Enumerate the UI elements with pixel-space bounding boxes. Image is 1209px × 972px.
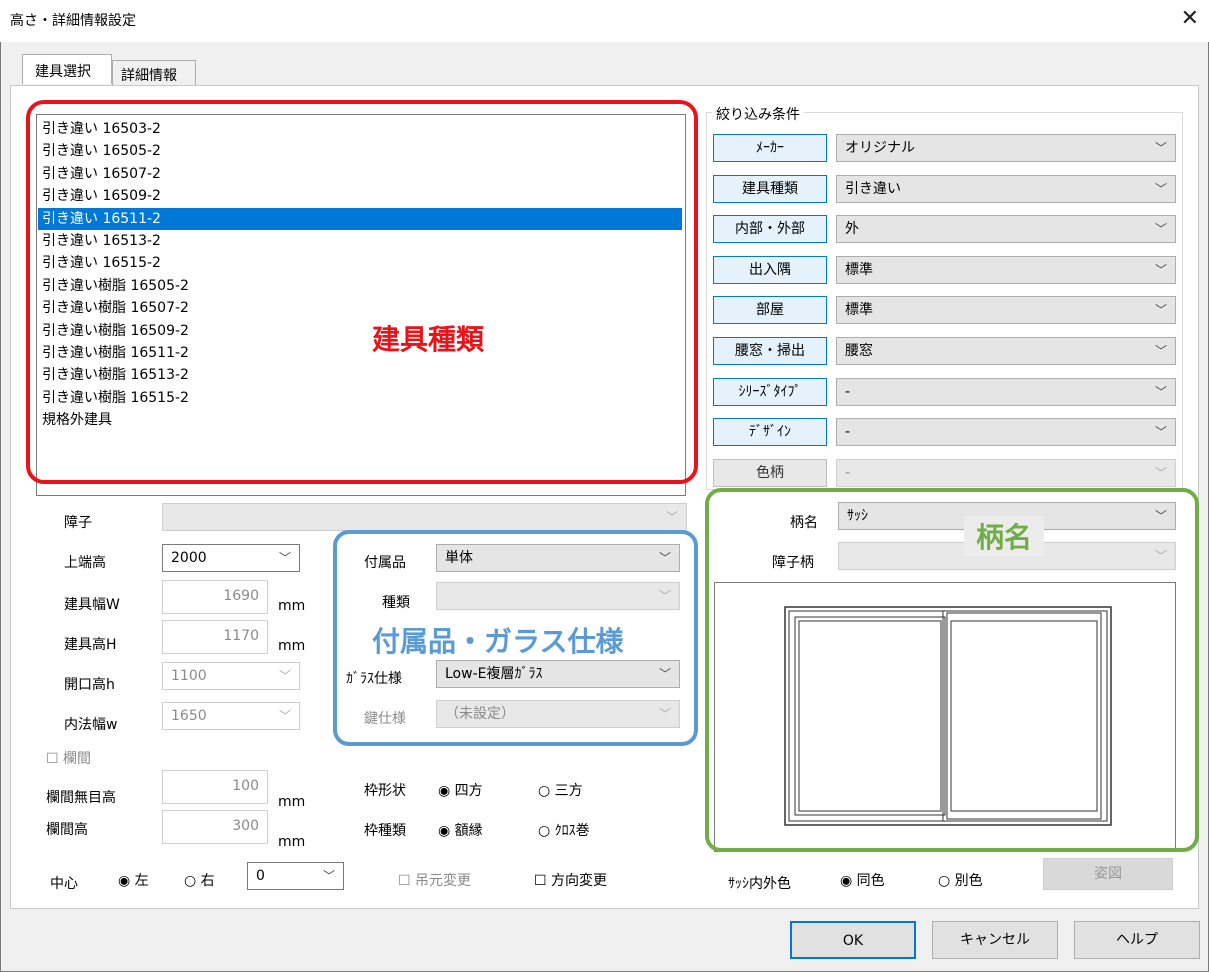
center-label: 中心 (50, 876, 78, 892)
ok-button[interactable]: OK (790, 921, 916, 959)
width-unit: mm (278, 598, 306, 614)
frame-type-radio-1[interactable]: ◉ 額縁 (438, 820, 483, 840)
height-label: 建具高H (64, 637, 117, 653)
filter-button[interactable]: ﾃﾞｻﾞｲﾝ (713, 418, 827, 447)
filter-value: - (845, 383, 851, 400)
filter-value: オリジナル (845, 140, 915, 156)
filter-select[interactable]: - ﹀ (836, 418, 1176, 447)
hangmoto-label: 吊元変更 (415, 873, 472, 889)
tab-detail-info[interactable]: 詳細情報 (112, 60, 196, 86)
filter-button[interactable]: 内部・外部 (713, 215, 827, 244)
filter-select[interactable]: 外 ﹀ (836, 215, 1176, 244)
filter-select[interactable]: 引き違い ﹀ (836, 174, 1176, 203)
filter-select[interactable]: 標準 ﹀ (836, 296, 1176, 325)
sash-same-radio[interactable]: ◉ 同色 (840, 870, 885, 890)
center-offset-select[interactable]: 0 ﹀ (247, 862, 344, 890)
top-height-select[interactable]: 2000 ﹀ (162, 544, 300, 572)
direction-checkbox[interactable]: ☐ 方向変更 (534, 870, 607, 890)
annotation-blue-label: 付属品・ガラス仕様 (372, 620, 624, 660)
frame-shape-opt1: 四方 (454, 783, 483, 799)
opening-value: 1100 (171, 668, 207, 684)
filter-value: 標準 (845, 261, 873, 278)
frame-type-opt1: 額縁 (454, 823, 483, 839)
hangmoto-checkbox[interactable]: ☐ 吊元変更 (398, 870, 471, 890)
title-bar: 高さ・詳細情報設定 ✕ (0, 0, 1209, 42)
filter-legend: 絞り込み条件 (712, 104, 804, 124)
annotation-red-box (26, 100, 698, 484)
top-height-value: 2000 (171, 550, 207, 566)
height-unit: mm (278, 638, 306, 654)
ranma-mume-label: 欄間無目高 (46, 790, 116, 806)
frame-shape-radio-2[interactable]: ○ 三方 (538, 780, 583, 800)
direction-label: 方向変更 (551, 873, 608, 889)
filter-button[interactable]: 出入隅 (713, 255, 827, 284)
ranma-height-label: 欄間高 (46, 822, 88, 838)
shoji-select[interactable]: ﹀ (162, 503, 687, 531)
help-button[interactable]: ヘルプ (1074, 921, 1200, 959)
annotation-green-box (705, 488, 1199, 852)
filter-select[interactable]: オリジナル ﹀ (836, 134, 1176, 162)
frame-shape-radio-1[interactable]: ◉ 四方 (438, 780, 483, 800)
ranma-mume-field[interactable]: 100 (162, 770, 268, 804)
filter-value: 外 (845, 221, 859, 238)
opening-label: 開口高h (64, 677, 115, 693)
sash-other-label: 別色 (954, 873, 983, 889)
ranma-checkbox-label: 欄間 (63, 751, 92, 767)
ranma-mume-unit: mm (278, 794, 306, 810)
filter-value: 引き違い (845, 180, 901, 197)
frame-type-radio-2[interactable]: ○ ｸﾛｽ巻 (538, 820, 590, 840)
filter-button[interactable]: ｼﾘｰｽﾞﾀｲﾌﾟ (713, 377, 827, 406)
sash-other-radio[interactable]: ○ 別色 (938, 870, 983, 890)
cancel-button[interactable]: キャンセル (932, 921, 1058, 959)
shoji-label: 障子 (64, 515, 92, 531)
center-right-label: 右 (200, 873, 215, 889)
ranma-height-field[interactable]: 300 (162, 810, 268, 844)
filter-button[interactable]: ﾒｰｶｰ (713, 134, 827, 162)
ranma-checkbox[interactable]: ☐ 欄間 (46, 748, 91, 768)
window-title: 高さ・詳細情報設定 (10, 13, 136, 29)
height-field[interactable]: 1170 (162, 620, 268, 654)
tab-fitting-select[interactable]: 建具選択 (22, 54, 112, 84)
sash-same-label: 同色 (856, 873, 885, 889)
filter-select[interactable]: 標準 ﹀ (836, 255, 1176, 284)
filter-button[interactable]: 色柄 (713, 458, 827, 487)
center-right-radio[interactable]: ○ 右 (184, 870, 215, 890)
filter-button[interactable]: 腰窓・掃出 (713, 337, 827, 365)
frame-type-opt2: ｸﾛｽ巻 (554, 823, 590, 839)
filter-button[interactable]: 部屋 (713, 296, 827, 325)
top-height-label: 上端高 (64, 555, 106, 571)
annotation-red-label: 建具種類 (372, 323, 485, 356)
filter-button[interactable]: 建具種類 (713, 174, 827, 203)
center-left-radio[interactable]: ◉ 左 (118, 870, 149, 890)
annotation-green-label: 柄名 (964, 516, 1045, 556)
frame-shape-label: 枠形状 (364, 783, 406, 799)
center-left-label: 左 (134, 873, 149, 889)
width-label: 建具幅W (64, 597, 120, 613)
inner-width-select[interactable]: 1650 ﹀ (162, 702, 300, 730)
filter-select[interactable]: 腰窓 ﹀ (836, 337, 1176, 365)
filter-select[interactable]: - ﹀ (836, 377, 1176, 406)
filter-value: - (845, 464, 851, 481)
frame-shape-opt2: 三方 (554, 783, 583, 799)
filter-select[interactable]: - ﹀ (836, 458, 1176, 487)
filter-value: 腰窓 (845, 343, 873, 359)
close-icon[interactable]: ✕ (1181, 6, 1199, 31)
frame-type-label: 枠種類 (364, 823, 406, 839)
elevation-button[interactable]: 姿図 (1043, 858, 1173, 890)
width-field[interactable]: 1690 (162, 580, 268, 614)
opening-select[interactable]: 1100 ﹀ (162, 662, 300, 690)
inner-width-label: 内法幅w (64, 717, 118, 733)
filter-value: 標準 (845, 302, 873, 319)
filter-value: - (845, 424, 851, 441)
sash-color-label: ｻｯｼ内外色 (728, 876, 791, 892)
center-offset-value: 0 (256, 868, 265, 884)
ranma-height-unit: mm (278, 834, 306, 850)
inner-width-value: 1650 (171, 708, 207, 724)
